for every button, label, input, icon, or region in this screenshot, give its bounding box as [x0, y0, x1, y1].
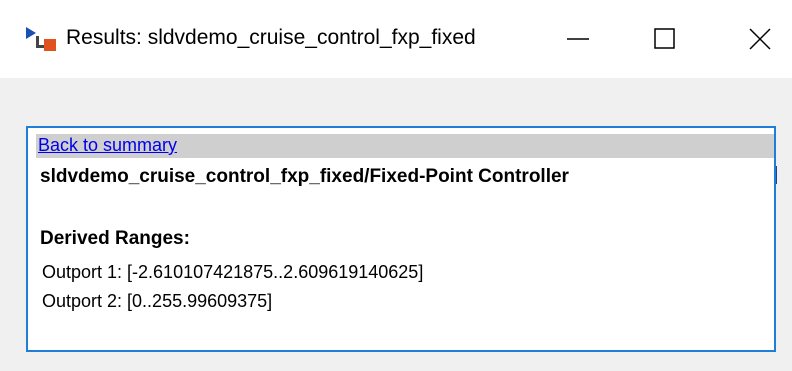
title-bar[interactable]: Results: sldvdemo_cruise_control_fxp_fix…	[0, 0, 792, 78]
results-panel: Back to summary sldvdemo_cruise_control_…	[26, 126, 776, 352]
range-line: Outport 1: [-2.610107421875..2.609619140…	[42, 262, 424, 282]
back-to-summary-link[interactable]: Back to summary	[38, 135, 177, 156]
maximize-button[interactable]	[622, 0, 708, 78]
range-line: Outport 2: [0..255.99609375]	[42, 291, 273, 311]
close-button[interactable]	[706, 0, 792, 78]
maximize-icon	[654, 28, 675, 49]
minimize-button[interactable]	[536, 0, 622, 78]
back-bar: Back to summary	[36, 134, 774, 158]
window-title: Results: sldvdemo_cruise_control_fxp_fix…	[66, 26, 476, 49]
close-icon	[749, 28, 771, 50]
simulink-results-icon	[26, 27, 56, 51]
toolbar	[0, 78, 792, 184]
minimize-icon	[567, 38, 589, 40]
block-path-heading: sldvdemo_cruise_control_fxp_fixed/Fixed-…	[40, 166, 569, 187]
derived-ranges-heading: Derived Ranges:	[40, 228, 190, 249]
results-window: Results: sldvdemo_cruise_control_fxp_fix…	[0, 0, 792, 371]
